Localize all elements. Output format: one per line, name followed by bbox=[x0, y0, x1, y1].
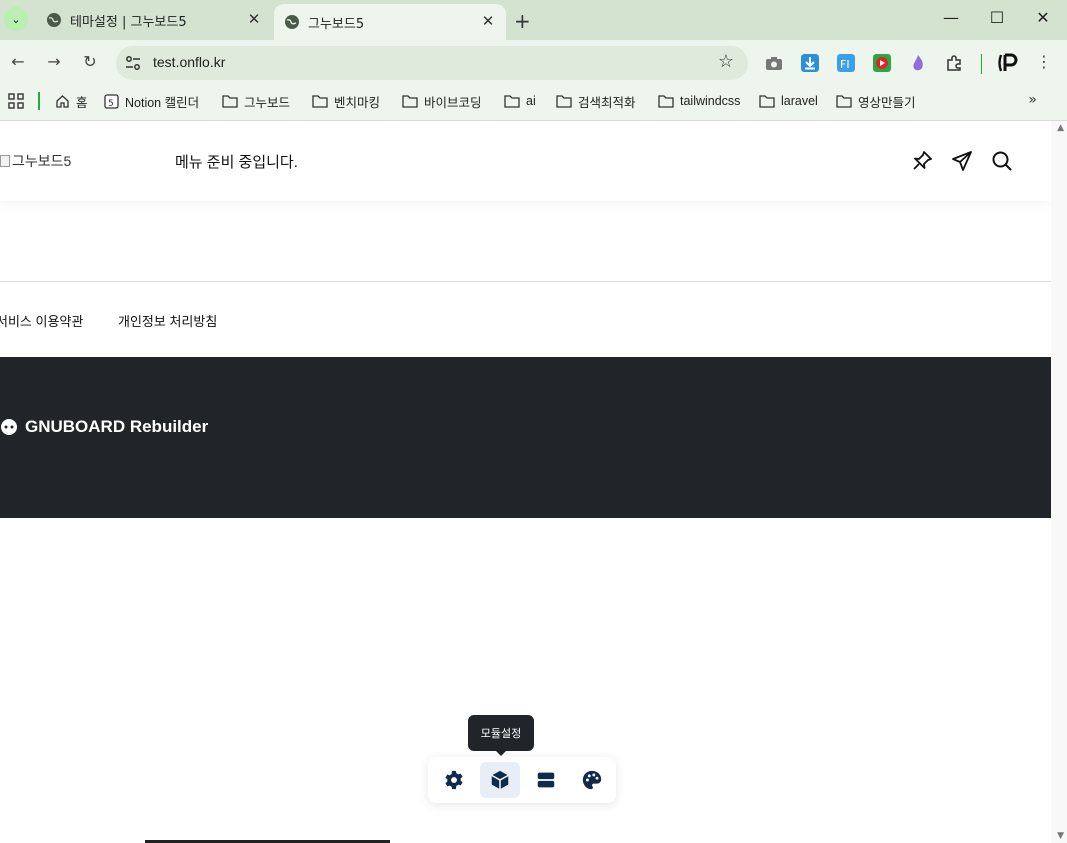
dark-footer: GNUBOARD Rebuilder bbox=[0, 357, 1051, 518]
pin-icon[interactable] bbox=[910, 149, 934, 173]
tab-search-button[interactable]: ⌄ bbox=[4, 7, 28, 31]
bookmark-label: Notion 캘린더 bbox=[125, 95, 200, 110]
folder-icon bbox=[836, 95, 852, 108]
svg-text:FI: FI bbox=[840, 58, 850, 71]
close-icon[interactable]: ✕ bbox=[478, 12, 498, 30]
search-icon[interactable] bbox=[990, 149, 1014, 173]
notion-icon: 5 bbox=[104, 93, 119, 109]
bookmark-label: 검색최적화 bbox=[578, 95, 636, 110]
bookmark-folder-seo[interactable]: 검색최적화 bbox=[556, 91, 636, 111]
camera-icon[interactable] bbox=[765, 54, 783, 72]
bookmark-star-icon[interactable]: ☆ bbox=[718, 51, 734, 72]
profile-icon[interactable] bbox=[997, 52, 1019, 74]
bookmark-home[interactable]: 홈 bbox=[55, 91, 88, 111]
browser-menu-button[interactable]: ⋮ bbox=[1032, 52, 1056, 71]
layout-rows-icon bbox=[537, 772, 555, 788]
chat-bubble-icon bbox=[1, 419, 17, 435]
folder-icon bbox=[759, 95, 775, 108]
bookmark-folder-benchmarking[interactable]: 벤치마킹 bbox=[312, 91, 380, 111]
bookmark-folder-vibe-coding[interactable]: 바이브코딩 bbox=[402, 91, 482, 111]
fi-extension-icon[interactable]: FI bbox=[837, 54, 855, 72]
folder-icon bbox=[312, 95, 328, 108]
folder-icon bbox=[556, 95, 572, 108]
bookmark-label: 홈 bbox=[76, 95, 88, 110]
bookmark-folder-tailwindcss[interactable]: tailwindcss bbox=[658, 91, 740, 111]
bookmark-label: 영상만들기 bbox=[858, 95, 916, 110]
forward-button[interactable]: → bbox=[42, 52, 66, 71]
menu-placeholder-text: 메뉴 준비 중입니다. bbox=[175, 154, 298, 171]
tab-strip: ⌄ 테마설정 | 그누보드5 ✕ 그누보드5 ✕ + — ☐ ✕ bbox=[0, 0, 1067, 40]
bookmark-label: 바이브코딩 bbox=[424, 95, 482, 110]
minimize-button[interactable]: — bbox=[936, 8, 966, 27]
bookmark-label: 그누보드 bbox=[244, 95, 291, 110]
site-logo[interactable]: 그누보드5 bbox=[0, 151, 71, 171]
send-icon[interactable] bbox=[950, 149, 974, 173]
svg-text:5: 5 bbox=[108, 99, 114, 109]
scroll-down-arrow-icon[interactable]: ▼ bbox=[1057, 831, 1064, 841]
bookmark-notion-calendar[interactable]: 5 Notion 캘린더 bbox=[104, 91, 199, 111]
more-bookmarks-chevron-icon[interactable]: » bbox=[1028, 92, 1037, 108]
brand-text: GNUBOARD Rebuilder bbox=[25, 417, 209, 436]
flame-extension-icon[interactable] bbox=[909, 54, 927, 72]
apps-grid-icon[interactable] bbox=[8, 93, 24, 109]
folder-icon bbox=[402, 95, 418, 108]
browser-chrome: ⌄ 테마설정 | 그누보드5 ✕ 그누보드5 ✕ + — ☐ ✕ ← → ↻ t… bbox=[0, 0, 1067, 121]
bookmark-folder-gnuboard[interactable]: 그누보드 bbox=[222, 91, 290, 111]
tab-title: 그누보드5 bbox=[308, 16, 365, 32]
globe-icon bbox=[47, 13, 61, 27]
settings-dock bbox=[428, 757, 616, 803]
download-icon[interactable] bbox=[801, 54, 819, 72]
terms-of-service-link[interactable]: 서비스 이용약관 bbox=[0, 311, 83, 330]
bookmark-folder-video-making[interactable]: 영상만들기 bbox=[836, 91, 916, 111]
toolbar-divider bbox=[981, 54, 982, 74]
home-icon bbox=[56, 94, 69, 108]
puzzle-icon[interactable] bbox=[945, 54, 963, 72]
close-window-button[interactable]: ✕ bbox=[1028, 8, 1058, 27]
palette-icon bbox=[582, 770, 602, 790]
reload-button[interactable]: ↻ bbox=[78, 52, 102, 71]
bookmark-label: 벤치마킹 bbox=[334, 95, 381, 110]
close-icon[interactable]: ✕ bbox=[244, 10, 264, 28]
tab-gnuboard[interactable]: 그누보드5 ✕ bbox=[274, 4, 506, 40]
bookmark-label: laravel bbox=[781, 94, 818, 108]
theme-palette-button[interactable] bbox=[572, 762, 612, 798]
settings-button[interactable] bbox=[434, 762, 474, 798]
browser-toolbar: ← → ↻ test.onflo.kr ☆ FI ⋮ bbox=[0, 40, 1067, 86]
logo-alt-text: 그누보드5 bbox=[12, 153, 72, 169]
site-header: 그누보드5 메뉴 준비 중입니다. bbox=[0, 121, 1051, 201]
module-settings-tooltip: 모듈설정 bbox=[468, 715, 534, 751]
site-settings-icon[interactable] bbox=[124, 54, 142, 72]
maximize-button[interactable]: ☐ bbox=[982, 8, 1012, 27]
bookmark-label: ai bbox=[526, 94, 536, 108]
footer-brand[interactable]: GNUBOARD Rebuilder bbox=[0, 417, 208, 437]
vertical-scrollbar[interactable]: ▲ ▼ bbox=[1051, 121, 1067, 843]
scroll-up-arrow-icon[interactable]: ▲ bbox=[1057, 123, 1064, 133]
gear-icon bbox=[445, 770, 463, 790]
folder-icon bbox=[658, 95, 674, 108]
broken-image-icon bbox=[0, 155, 10, 167]
tooltip-arrow bbox=[495, 750, 507, 756]
back-button[interactable]: ← bbox=[6, 52, 30, 71]
module-settings-button[interactable] bbox=[480, 762, 520, 798]
tab-title: 테마설정 | 그누보드5 bbox=[70, 14, 187, 30]
url-text: test.onflo.kr bbox=[153, 54, 226, 70]
tab-theme-settings[interactable]: 테마설정 | 그누보드5 ✕ bbox=[36, 6, 272, 34]
content-divider bbox=[0, 281, 1051, 282]
cube-icon bbox=[491, 770, 509, 790]
globe-icon bbox=[285, 15, 299, 29]
folder-icon bbox=[222, 95, 238, 108]
bookmark-label: tailwindcss bbox=[680, 94, 741, 108]
layout-settings-button[interactable] bbox=[526, 762, 566, 798]
bookmark-folder-laravel[interactable]: laravel bbox=[759, 91, 818, 111]
bookmark-folder-ai[interactable]: ai bbox=[504, 91, 536, 111]
folder-icon bbox=[504, 95, 520, 108]
address-bar[interactable]: test.onflo.kr ☆ bbox=[116, 46, 748, 80]
bookmark-divider bbox=[38, 92, 40, 110]
privacy-policy-link[interactable]: 개인정보 처리방침 bbox=[118, 311, 217, 330]
page-viewport: 그누보드5 메뉴 준비 중입니다. 서비스 이용약관 개인정보 처리방침 GNU… bbox=[0, 121, 1067, 843]
new-tab-button[interactable]: + bbox=[514, 9, 531, 33]
bookmarks-bar: 홈 5 Notion 캘린더 그누보드 벤치마킹 바이브코딩 ai 검색최적화 bbox=[0, 86, 1067, 121]
video-extension-icon[interactable] bbox=[873, 54, 891, 72]
